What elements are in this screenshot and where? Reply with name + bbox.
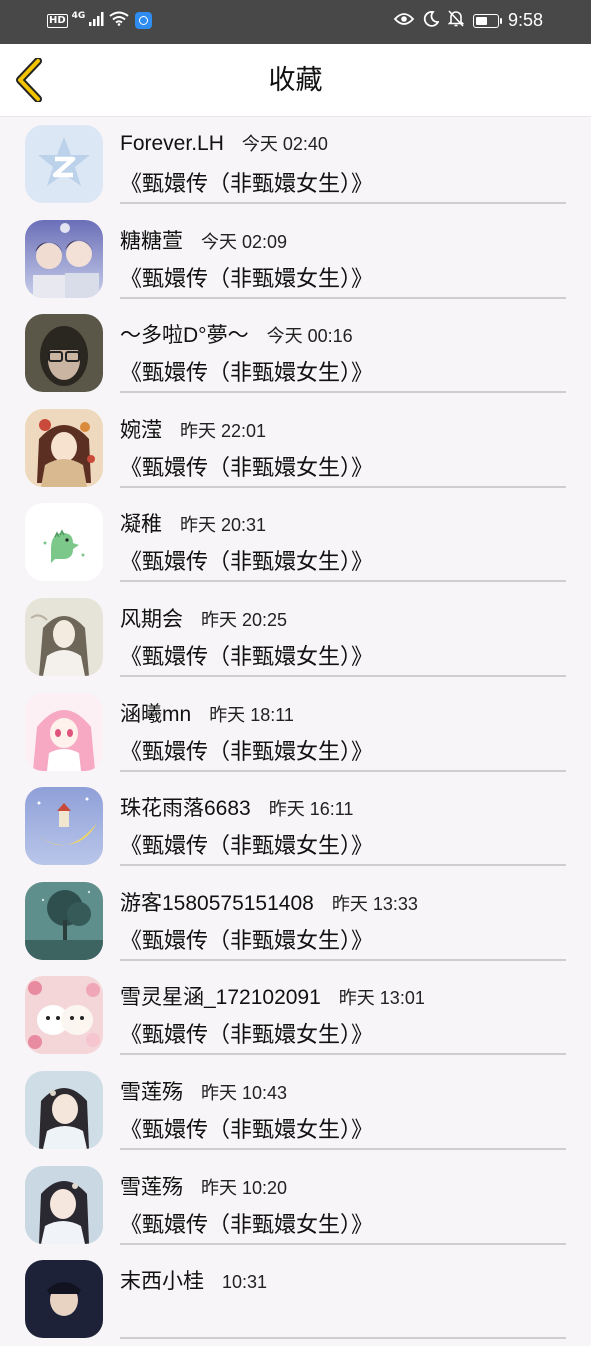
- list-item[interactable]: 婉滢 昨天 22:01 《甄嬛传（非甄嬛女生）》: [0, 400, 591, 495]
- list-item[interactable]: 凝稚 昨天 20:31 《甄嬛传（非甄嬛女生）》: [0, 494, 591, 589]
- book-title[interactable]: 《甄嬛传（非甄嬛女生）》: [120, 450, 373, 482]
- list-item-content: 风期会 昨天 20:25 《甄嬛传（非甄嬛女生）》: [120, 589, 566, 677]
- bell-off-icon: [447, 10, 465, 31]
- app-notification-icon: [135, 12, 153, 29]
- favorite-time: 昨天 18:11: [209, 704, 294, 725]
- avatar[interactable]: [25, 314, 103, 393]
- eye-icon: [393, 11, 415, 30]
- favorites-list: Forever.LH 今天 02:40 《甄嬛传（非甄嬛女生）》 糖糖萱 今天 …: [0, 116, 591, 1346]
- avatar[interactable]: [25, 597, 103, 676]
- list-item-content: 末西小桂 10:31: [120, 1251, 566, 1340]
- favorite-time: 昨天 10:43: [201, 1082, 288, 1103]
- list-item[interactable]: 末西小桂 10:31: [0, 1251, 591, 1346]
- avatar[interactable]: [25, 1070, 103, 1149]
- navigation-bar: 收藏: [0, 44, 591, 117]
- battery-icon: [472, 13, 502, 28]
- book-title[interactable]: 《甄嬛传（非甄嬛女生）》: [120, 544, 373, 576]
- favorite-time: 10:31: [222, 1272, 268, 1293]
- user-name: 末西小桂: [120, 1270, 204, 1294]
- status-time: 9:58: [507, 10, 543, 30]
- book-title[interactable]: 《甄嬛传（非甄嬛女生）》: [120, 639, 373, 671]
- book-title[interactable]: 《甄嬛传（非甄嬛女生）》: [120, 166, 373, 198]
- favorite-time: 昨天 13:33: [331, 893, 418, 914]
- favorite-time: 昨天 20:25: [201, 609, 288, 630]
- book-title[interactable]: 《甄嬛传（非甄嬛女生）》: [120, 1207, 373, 1239]
- user-name: 珠花雨落6683: [120, 797, 251, 821]
- book-title[interactable]: 《甄嬛传（非甄嬛女生）》: [120, 923, 373, 955]
- user-name: 糖糖萱: [120, 229, 183, 253]
- list-item-content: 凝稚 昨天 20:31 《甄嬛传（非甄嬛女生）》: [120, 494, 566, 583]
- user-name: 涵曦mn: [120, 702, 192, 726]
- avatar[interactable]: [25, 219, 103, 298]
- list-item[interactable]: Forever.LH 今天 02:40 《甄嬛传（非甄嬛女生）》: [0, 116, 591, 211]
- avatar[interactable]: [25, 787, 103, 866]
- list-item-content: 雪莲殇 昨天 10:43 《甄嬛传（非甄嬛女生）》: [120, 1062, 566, 1150]
- book-title[interactable]: 《甄嬛传（非甄嬛女生）》: [120, 734, 373, 766]
- list-item-content: 雪灵星涵_172102091 昨天 13:01 《甄嬛传（非甄嬛女生）》: [120, 967, 566, 1056]
- book-title[interactable]: 《甄嬛传（非甄嬛女生）》: [120, 1017, 373, 1049]
- favorite-time: 昨天 22:01: [180, 420, 267, 441]
- avatar[interactable]: [25, 408, 103, 487]
- book-title[interactable]: 《甄嬛传（非甄嬛女生）》: [120, 1112, 373, 1144]
- list-item[interactable]: 涵曦mn 昨天 18:11 《甄嬛传（非甄嬛女生）》: [0, 684, 591, 779]
- favorite-time: 今天 02:09: [201, 231, 288, 252]
- book-title[interactable]: 《甄嬛传（非甄嬛女生）》: [120, 261, 373, 293]
- user-name: 游客1580575151408: [120, 891, 314, 915]
- avatar[interactable]: [25, 692, 103, 771]
- user-name: Forever.LH: [120, 132, 224, 155]
- list-item[interactable]: 糖糖萱 今天 02:09 《甄嬛传（非甄嬛女生）》: [0, 211, 591, 306]
- avatar[interactable]: [25, 503, 103, 582]
- favorite-time: 昨天 16:11: [268, 799, 354, 820]
- user-name: 雪灵星涵_172102091: [120, 986, 321, 1010]
- page-title: 收藏: [268, 65, 323, 95]
- list-item-content: 涵曦mn 昨天 18:11 《甄嬛传（非甄嬛女生）》: [120, 684, 566, 772]
- hd-badge: HD: [47, 13, 68, 28]
- list-item[interactable]: 游客1580575151408 昨天 13:33 《甄嬛传（非甄嬛女生）》: [0, 873, 591, 968]
- favorite-time: 昨天 10:20: [201, 1177, 288, 1198]
- favorite-time: 今天 02:40: [241, 134, 328, 154]
- favorite-time: 昨天 13:01: [338, 988, 425, 1009]
- wifi-icon: [109, 11, 129, 30]
- list-item-content: Forever.LH 今天 02:40 《甄嬛传（非甄嬛女生）》: [120, 116, 566, 204]
- user-name: ～多啦D°夢～: [120, 324, 249, 348]
- status-bar: HD 4G 9:58: [0, 0, 591, 44]
- list-item-content: 婉滢 昨天 22:01 《甄嬛传（非甄嬛女生）》: [120, 400, 566, 488]
- list-item[interactable]: ～多啦D°夢～ 今天 00:16 《甄嬛传（非甄嬛女生）》: [0, 305, 591, 400]
- favorite-time: 昨天 20:31: [180, 515, 267, 536]
- status-left-icons: HD 4G: [47, 10, 153, 30]
- user-name: 雪莲殇: [120, 1080, 183, 1104]
- book-title[interactable]: 《甄嬛传（非甄嬛女生）》: [120, 355, 373, 387]
- status-right-icons: 9:58: [393, 10, 543, 31]
- list-item-content: ～多啦D°夢～ 今天 00:16 《甄嬛传（非甄嬛女生）》: [120, 305, 566, 394]
- avatar[interactable]: [25, 1260, 103, 1339]
- book-title[interactable]: 《甄嬛传（非甄嬛女生）》: [120, 828, 373, 860]
- user-name: 雪莲殇: [120, 1175, 183, 1199]
- list-item[interactable]: 雪灵星涵_172102091 昨天 13:01 《甄嬛传（非甄嬛女生）》: [0, 967, 591, 1062]
- avatar[interactable]: [25, 881, 103, 960]
- list-item-content: 游客1580575151408 昨天 13:33 《甄嬛传（非甄嬛女生）》: [120, 873, 566, 961]
- list-item[interactable]: 雪莲殇 昨天 10:43 《甄嬛传（非甄嬛女生）》: [0, 1062, 591, 1157]
- list-item-content: 糖糖萱 今天 02:09 《甄嬛传（非甄嬛女生）》: [120, 211, 566, 299]
- avatar[interactable]: [25, 976, 103, 1055]
- avatar[interactable]: [25, 1165, 103, 1244]
- list-item[interactable]: 珠花雨落6683 昨天 16:11 《甄嬛传（非甄嬛女生）》: [0, 778, 591, 873]
- signal-icon: [89, 11, 105, 30]
- avatar[interactable]: [25, 125, 103, 203]
- user-name: 凝稚: [120, 513, 162, 537]
- list-item[interactable]: 雪莲殇 昨天 10:20 《甄嬛传（非甄嬛女生）》: [0, 1157, 591, 1252]
- moon-icon: [423, 10, 440, 31]
- list-item[interactable]: 风期会 昨天 20:25 《甄嬛传（非甄嬛女生）》: [0, 589, 591, 684]
- network-type: 4G: [71, 10, 86, 21]
- user-name: 婉滢: [120, 418, 162, 442]
- list-item-content: 珠花雨落6683 昨天 16:11 《甄嬛传（非甄嬛女生）》: [120, 778, 566, 867]
- list-item-content: 雪莲殇 昨天 10:20 《甄嬛传（非甄嬛女生）》: [120, 1157, 566, 1245]
- favorite-time: 今天 00:16: [266, 326, 353, 347]
- user-name: 风期会: [120, 607, 183, 631]
